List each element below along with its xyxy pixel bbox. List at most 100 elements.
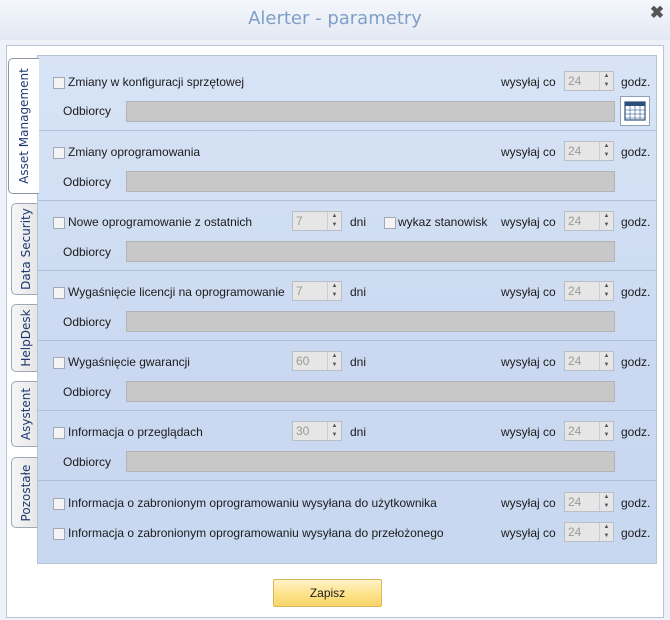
tab-asset-management[interactable]: Asset Management — [8, 58, 39, 194]
spin-up-icon[interactable]: ▲ — [328, 282, 341, 291]
spin-up-icon[interactable]: ▲ — [600, 352, 613, 361]
forbidden-user-interval-spinner[interactable]: 24 ▲ ▼ — [564, 492, 614, 512]
warranty-expiry-interval-spinner[interactable]: 24 ▲ ▼ — [564, 351, 614, 371]
days-value: 7 — [296, 214, 303, 228]
recipients-label: Odbiorcy — [63, 385, 112, 399]
interval-value: 24 — [568, 214, 582, 228]
hardware-recipients-field[interactable] — [126, 101, 615, 122]
forbidden-supervisor-label: Informacja o zabronionym oprogramowaniu … — [68, 526, 444, 540]
spin-down-icon[interactable]: ▼ — [328, 361, 341, 370]
tab-helpdesk[interactable]: HelpDesk — [11, 304, 40, 372]
hours-label: godz. — [621, 425, 651, 439]
close-icon[interactable]: ✖ — [648, 4, 666, 22]
send-every-label: wysyłaj co — [501, 215, 556, 229]
spin-up-icon[interactable]: ▲ — [328, 352, 341, 361]
forbidden-supervisor-checkbox[interactable] — [53, 528, 65, 540]
reviews-interval-spinner[interactable]: 24 ▲ ▼ — [564, 421, 614, 441]
spin-up-icon[interactable]: ▲ — [600, 523, 613, 532]
new-software-interval-spinner[interactable]: 24 ▲ ▼ — [564, 211, 614, 231]
recipients-label: Odbiorcy — [63, 455, 112, 469]
interval-value: 24 — [568, 144, 582, 158]
spin-down-icon[interactable]: ▼ — [328, 221, 341, 230]
tab-label: HelpDesk — [19, 309, 33, 367]
workstation-list-label: wykaz stanowisk — [398, 215, 488, 229]
spin-down-icon[interactable]: ▼ — [328, 291, 341, 300]
spin-down-icon[interactable]: ▼ — [328, 431, 341, 440]
spin-up-icon[interactable]: ▲ — [600, 72, 613, 81]
spin-down-icon[interactable]: ▼ — [600, 81, 613, 90]
spin-up-icon[interactable]: ▲ — [600, 212, 613, 221]
spin-down-icon[interactable]: ▼ — [600, 431, 613, 440]
reviews-recipients-field[interactable] — [126, 451, 615, 472]
license-expiry-days-spinner[interactable]: 7 ▲ ▼ — [292, 281, 342, 301]
spin-up-icon[interactable]: ▲ — [600, 493, 613, 502]
calendar-button[interactable] — [620, 96, 650, 126]
interval-value: 24 — [568, 284, 582, 298]
spin-up-icon[interactable]: ▲ — [600, 422, 613, 431]
license-expiry-section: Wygaśnięcie licencji na oprogramowanie 7… — [38, 271, 656, 341]
license-expiry-label: Wygaśnięcie licencji na oprogramowanie — [68, 285, 285, 299]
send-every-label: wysyłaj co — [501, 145, 556, 159]
spin-up-icon[interactable]: ▲ — [328, 422, 341, 431]
hardware-changes-checkbox[interactable] — [53, 77, 65, 89]
hours-label: godz. — [621, 355, 651, 369]
new-software-checkbox[interactable] — [53, 217, 65, 229]
tab-label: Asset Management — [17, 68, 31, 184]
workstation-list-checkbox[interactable] — [384, 217, 396, 229]
recipients-label: Odbiorcy — [63, 104, 112, 118]
software-changes-label: Zmiany oprogramowania — [68, 145, 201, 159]
spin-down-icon[interactable]: ▼ — [600, 151, 613, 160]
days-label: dni — [350, 215, 367, 229]
hardware-changes-section: Zmiany w konfiguracji sprzętowej wysyłaj… — [38, 56, 656, 131]
software-recipients-field[interactable] — [126, 171, 615, 192]
software-interval-spinner[interactable]: 24 ▲ ▼ — [564, 141, 614, 161]
spin-down-icon[interactable]: ▼ — [600, 221, 613, 230]
tab-label: Pozostałe — [19, 464, 33, 521]
license-expiry-recipients-field[interactable] — [126, 311, 615, 332]
spin-up-icon[interactable]: ▲ — [600, 282, 613, 291]
new-software-days-spinner[interactable]: 7 ▲ ▼ — [292, 211, 342, 231]
interval-value: 24 — [568, 354, 582, 368]
send-every-label: wysyłaj co — [501, 285, 556, 299]
license-expiry-interval-spinner[interactable]: 24 ▲ ▼ — [564, 281, 614, 301]
tab-label: Asystent — [19, 387, 33, 441]
tab-asystent[interactable]: Asystent — [11, 381, 40, 447]
warranty-expiry-label: Wygaśnięcie gwarancji — [68, 355, 190, 369]
interval-value: 24 — [568, 525, 582, 539]
reviews-days-spinner[interactable]: 30 ▲ ▼ — [292, 421, 342, 441]
tab-pozostale[interactable]: Pozostałe — [11, 457, 40, 528]
forbidden-user-checkbox[interactable] — [53, 498, 65, 510]
days-label: dni — [350, 285, 367, 299]
forbidden-supervisor-interval-spinner[interactable]: 24 ▲ ▼ — [564, 522, 614, 542]
recipients-label: Odbiorcy — [63, 315, 112, 329]
hours-label: godz. — [621, 75, 651, 89]
interval-value: 24 — [568, 424, 582, 438]
send-every-label: wysyłaj co — [501, 355, 556, 369]
forbidden-user-label: Informacja o zabronionym oprogramowaniu … — [68, 496, 437, 510]
interval-value: 24 — [568, 74, 582, 88]
spin-up-icon[interactable]: ▲ — [600, 142, 613, 151]
hardware-interval-spinner[interactable]: 24 ▲ ▼ — [564, 71, 614, 91]
spin-down-icon[interactable]: ▼ — [600, 361, 613, 370]
new-software-label: Nowe oprogramowanie z ostatnich — [68, 215, 253, 229]
hours-label: godz. — [621, 285, 651, 299]
spin-up-icon[interactable]: ▲ — [328, 212, 341, 221]
spin-down-icon[interactable]: ▼ — [600, 532, 613, 541]
days-label: dni — [350, 425, 367, 439]
save-button[interactable]: Zapisz — [273, 579, 382, 607]
spin-down-icon[interactable]: ▼ — [600, 291, 613, 300]
license-expiry-checkbox[interactable] — [53, 287, 65, 299]
spin-down-icon[interactable]: ▼ — [600, 502, 613, 511]
tab-data-security[interactable]: Data Security — [11, 203, 40, 295]
software-changes-section: Zmiany oprogramowania wysyłaj co 24 ▲ ▼ go… — [38, 131, 656, 201]
warranty-expiry-days-spinner[interactable]: 60 ▲ ▼ — [292, 351, 342, 371]
new-software-recipients-field[interactable] — [126, 241, 615, 262]
days-value: 30 — [296, 424, 310, 438]
days-label: dni — [350, 355, 367, 369]
hours-label: godz. — [621, 145, 651, 159]
warranty-expiry-recipients-field[interactable] — [126, 381, 615, 402]
warranty-expiry-checkbox[interactable] — [53, 357, 65, 369]
software-changes-checkbox[interactable] — [53, 147, 65, 159]
reviews-checkbox[interactable] — [53, 427, 65, 439]
asset-management-panel: Zmiany w konfiguracji sprzętowej wysyłaj… — [37, 55, 657, 564]
